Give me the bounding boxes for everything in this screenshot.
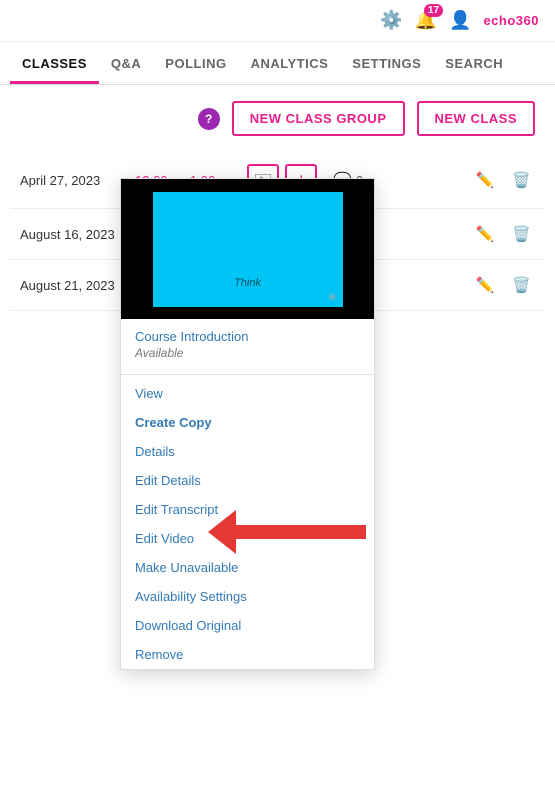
- menu-item-view[interactable]: View: [121, 379, 374, 408]
- thumbnail-corner: ⊕: [328, 292, 336, 303]
- popup-status: Available: [135, 346, 360, 360]
- delete-icon[interactable]: 🗑️: [508, 272, 535, 298]
- settings-icon[interactable]: ⚙️: [380, 10, 402, 31]
- header: ⚙️ 🔔 17 👤 echo360: [0, 0, 555, 42]
- arrow-body: [236, 525, 366, 539]
- edit-icon[interactable]: ✏️: [472, 272, 499, 298]
- menu-item-edit-details[interactable]: Edit Details: [121, 466, 374, 495]
- menu-item-create-copy[interactable]: Create Copy: [121, 408, 374, 437]
- nav-tabs: CLASSES Q&A POLLING ANALYTICS SETTINGS S…: [0, 42, 555, 85]
- thumbnail-screen: Think ⊕: [153, 192, 343, 307]
- new-class-group-button[interactable]: NEW CLASS GROUP: [232, 101, 405, 136]
- menu-item-details[interactable]: Details: [121, 437, 374, 466]
- tab-qa[interactable]: Q&A: [99, 42, 153, 84]
- context-menu-popup: Think ⊕ Course Introduction Available Vi…: [120, 178, 375, 670]
- user-icon[interactable]: 👤: [449, 10, 471, 31]
- edit-icon[interactable]: ✏️: [472, 221, 499, 247]
- tab-settings[interactable]: SETTINGS: [340, 42, 433, 84]
- menu-item-make-unavailable[interactable]: Make Unavailable: [121, 553, 374, 582]
- arrow-indicator: [208, 510, 366, 554]
- delete-icon[interactable]: 🗑️: [508, 167, 535, 193]
- popup-info: Course Introduction Available: [121, 319, 374, 366]
- class-date: August 21, 2023: [20, 278, 125, 293]
- tab-analytics[interactable]: ANALYTICS: [239, 42, 341, 84]
- new-class-button[interactable]: NEW CLASS: [417, 101, 536, 136]
- tab-polling[interactable]: POLLING: [153, 42, 238, 84]
- popup-thumbnail: Think ⊕: [121, 179, 374, 319]
- arrow-head: [208, 510, 236, 554]
- logo-text: echo: [483, 13, 515, 28]
- class-date: April 27, 2023: [20, 173, 125, 188]
- menu-item-download-original[interactable]: Download Original: [121, 611, 374, 640]
- popup-divider: [121, 374, 374, 375]
- class-date: August 16, 2023: [20, 227, 125, 242]
- logo: echo360: [483, 13, 539, 28]
- notification-icon[interactable]: 🔔 17: [415, 10, 437, 31]
- tab-search[interactable]: SEARCH: [433, 42, 515, 84]
- tab-classes[interactable]: CLASSES: [10, 42, 99, 84]
- thumbnail-label: Think: [234, 277, 261, 289]
- notification-badge: 17: [424, 4, 443, 17]
- popup-media-title: Course Introduction: [135, 329, 360, 344]
- help-button[interactable]: ?: [198, 108, 220, 130]
- edit-icon[interactable]: ✏️: [472, 167, 499, 193]
- menu-item-remove[interactable]: Remove: [121, 640, 374, 669]
- delete-icon[interactable]: 🗑️: [508, 221, 535, 247]
- logo-accent: 360: [516, 13, 539, 28]
- action-bar: ? NEW CLASS GROUP NEW CLASS: [0, 85, 555, 152]
- menu-item-availability-settings[interactable]: Availability Settings: [121, 582, 374, 611]
